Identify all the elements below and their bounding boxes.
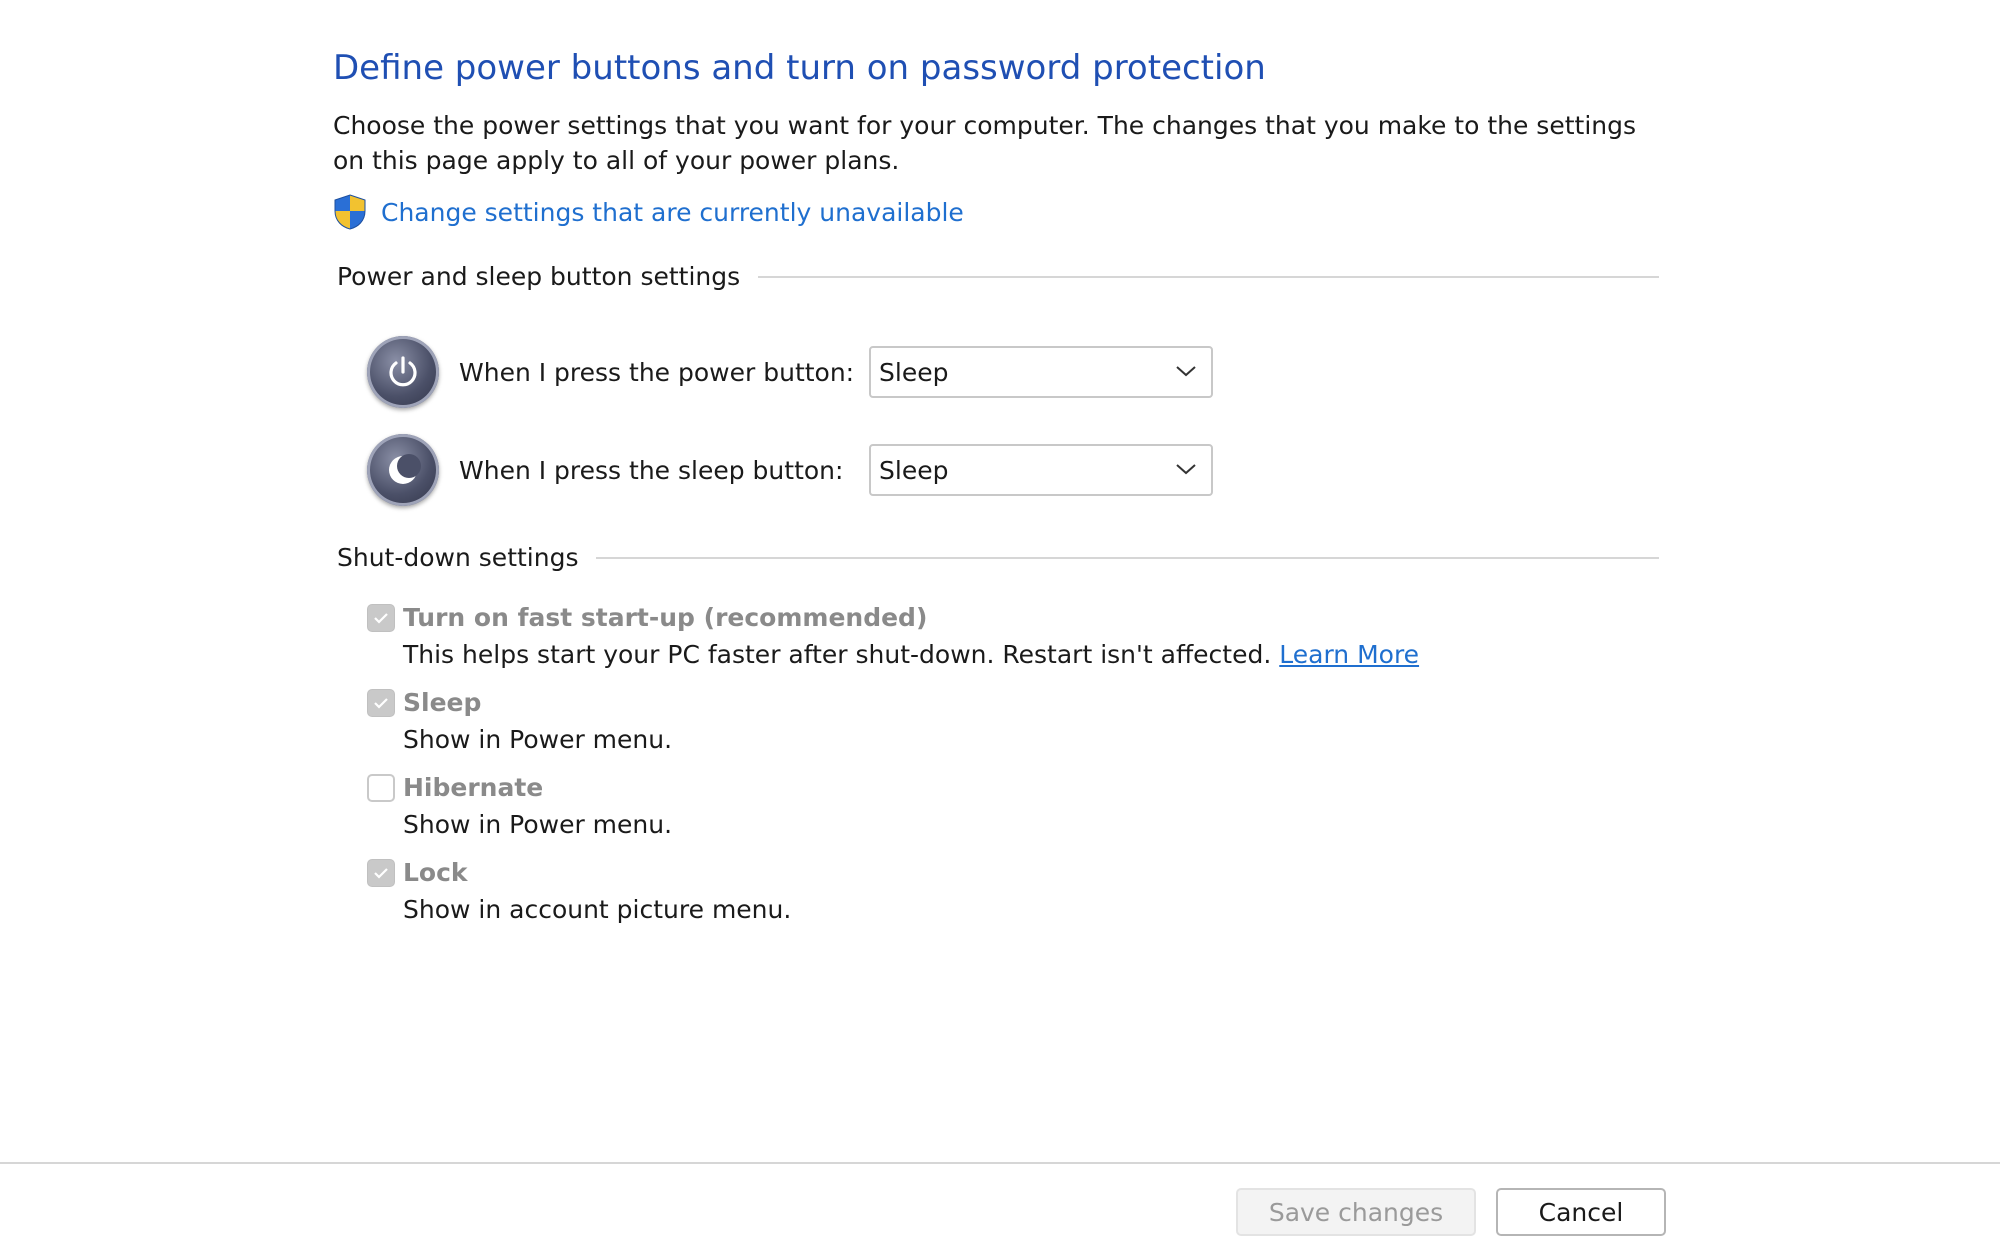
lock-option: Lock Show in account picture menu. bbox=[367, 858, 791, 924]
lock-option-subtitle: Show in account picture menu. bbox=[403, 895, 792, 924]
power-button-icon bbox=[367, 336, 439, 408]
hibernate-option: Hibernate Show in Power menu. bbox=[367, 773, 672, 839]
shutdown-group-label: Shut-down settings bbox=[337, 543, 579, 572]
sleep-checkbox[interactable] bbox=[367, 688, 395, 717]
hibernate-option-title: Hibernate bbox=[403, 773, 544, 802]
fast-startup-subtitle: This helps start your PC faster after sh… bbox=[403, 640, 1419, 669]
fast-startup-title: Turn on fast start-up (recommended) bbox=[403, 603, 928, 632]
cancel-button[interactable]: Cancel bbox=[1496, 1188, 1666, 1236]
power-options-window: Define power buttons and turn on passwor… bbox=[0, 0, 2000, 1260]
power-button-dropdown-value: Sleep bbox=[879, 357, 949, 387]
learn-more-link[interactable]: Learn More bbox=[1279, 640, 1419, 669]
fast-startup-description: This helps start your PC faster after sh… bbox=[403, 640, 1272, 669]
uac-shield-icon bbox=[333, 194, 367, 230]
save-changes-button[interactable]: Save changes bbox=[1236, 1188, 1476, 1236]
power-sleep-group-header: Power and sleep button settings bbox=[337, 262, 1659, 291]
lock-option-title: Lock bbox=[403, 858, 468, 887]
footer-divider bbox=[0, 1162, 2000, 1164]
sleep-button-label: When I press the sleep button: bbox=[459, 455, 844, 485]
sleep-option-subtitle: Show in Power menu. bbox=[403, 725, 673, 754]
sleep-button-dropdown-value: Sleep bbox=[879, 455, 949, 485]
sleep-option-title: Sleep bbox=[403, 688, 482, 717]
power-button-label: When I press the power button: bbox=[459, 357, 855, 387]
sleep-button-setting: When I press the sleep button: Sleep bbox=[367, 434, 1213, 506]
power-button-dropdown[interactable]: Sleep bbox=[869, 346, 1213, 398]
fast-startup-checkbox[interactable] bbox=[367, 603, 395, 632]
sleep-button-dropdown[interactable]: Sleep bbox=[869, 444, 1213, 496]
divider bbox=[596, 556, 1659, 559]
page-title: Define power buttons and turn on passwor… bbox=[333, 48, 1266, 88]
hibernate-option-subtitle: Show in Power menu. bbox=[403, 810, 673, 839]
page-description: Choose the power settings that you want … bbox=[333, 111, 1637, 175]
sleep-option: Sleep Show in Power menu. bbox=[367, 688, 672, 754]
chevron-down-icon bbox=[1175, 461, 1197, 480]
change-settings-link-text[interactable]: Change settings that are currently unava… bbox=[381, 198, 964, 227]
divider bbox=[758, 275, 1659, 278]
power-button-setting: When I press the power button: Sleep bbox=[367, 336, 1213, 408]
chevron-down-icon bbox=[1175, 363, 1197, 382]
lock-checkbox[interactable] bbox=[367, 858, 395, 887]
fast-startup-option: Turn on fast start-up (recommended) This… bbox=[367, 603, 1419, 669]
hibernate-checkbox[interactable] bbox=[367, 773, 395, 802]
sleep-button-icon bbox=[367, 434, 439, 506]
change-settings-link[interactable]: Change settings that are currently unava… bbox=[333, 194, 964, 230]
power-sleep-group-label: Power and sleep button settings bbox=[337, 262, 741, 291]
shutdown-group-header: Shut-down settings bbox=[337, 543, 1659, 572]
